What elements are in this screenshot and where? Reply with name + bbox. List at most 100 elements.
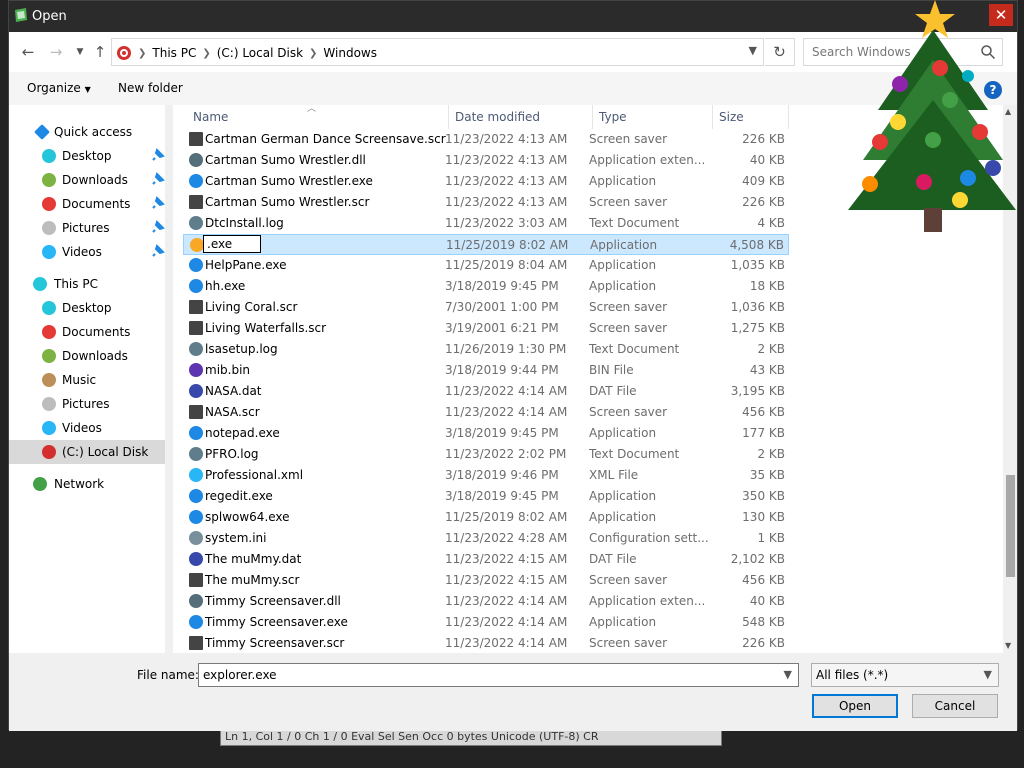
computer-icon (33, 277, 47, 291)
file-row[interactable]: Cartman Sumo Wrestler.scr 11/23/2022 4:1… (183, 192, 789, 213)
rename-input[interactable]: .exe (203, 235, 261, 253)
file-date: 11/23/2022 4:28 AM (445, 531, 568, 545)
file-row[interactable]: hh.exe 3/18/2019 9:45 PM Application 18 … (183, 276, 789, 297)
arrow-left-icon: ← (21, 43, 35, 61)
breadcrumb-windows[interactable]: Windows (323, 46, 377, 60)
chevron-down-icon[interactable]: ▼ (984, 664, 992, 686)
nav-this-pc[interactable]: This PC (9, 272, 165, 296)
new-folder-button[interactable]: New folder (118, 81, 183, 95)
file-row[interactable]: Cartman German Dance Screensave.scr 11/2… (183, 129, 789, 150)
nav-quick-4[interactable]: Videos (9, 240, 165, 264)
file-name-label: File name: (137, 668, 199, 682)
file-row[interactable]: HelpPane.exe 11/25/2019 8:04 AM Applicat… (183, 255, 789, 276)
file-type: Application (589, 258, 657, 272)
file-row[interactable]: NASA.scr 11/23/2022 4:14 AM Screen saver… (183, 402, 789, 423)
pin-icon[interactable] (151, 172, 165, 186)
column-header-size[interactable]: Size (713, 105, 789, 129)
breadcrumb-this-pc[interactable]: This PC (152, 46, 196, 60)
organize-label: Organize (27, 81, 81, 95)
nav-pc-1[interactable]: Documents (9, 320, 165, 344)
file-icon (189, 426, 203, 440)
column-header-name[interactable]: Name ︿ (187, 104, 449, 129)
file-size: 177 KB (742, 426, 785, 440)
pin-icon[interactable] (151, 244, 165, 258)
nav-label: Documents (62, 325, 131, 339)
desktop-icon (42, 301, 56, 315)
nav-quick-0[interactable]: Desktop (9, 144, 165, 168)
nav-pc-3[interactable]: Music (9, 368, 165, 392)
file-icon (189, 615, 203, 629)
scroll-thumb[interactable] (1006, 475, 1015, 577)
scroll-down-icon[interactable]: ▼ (1005, 641, 1011, 650)
file-name: Living Waterfalls.scr (205, 321, 327, 335)
file-type-filter[interactable]: All files (*.*) ▼ (811, 663, 999, 687)
nav-pc-2[interactable]: Downloads (9, 344, 165, 368)
recent-locations-button[interactable]: ▼ (71, 43, 89, 61)
nav-quick-3[interactable]: Pictures (9, 216, 165, 240)
file-icon (189, 510, 203, 524)
file-icon (189, 342, 203, 356)
file-name: NASA.scr (205, 405, 260, 419)
file-type: Application (589, 426, 657, 440)
file-icon (189, 363, 203, 377)
refresh-icon: ↻ (773, 43, 786, 61)
nav-pc-0[interactable]: Desktop (9, 296, 165, 320)
file-row[interactable]: splwow64.exe 11/25/2019 8:02 AM Applicat… (183, 507, 789, 528)
file-icon (189, 153, 203, 167)
file-row[interactable]: mib.bin 3/18/2019 9:44 PM BIN File 43 KB (183, 360, 789, 381)
nav-pc-5[interactable]: Videos (9, 416, 165, 440)
nav-pc-4[interactable]: Pictures (9, 392, 165, 416)
file-row[interactable]: Professional.xml 3/18/2019 9:46 PM XML F… (183, 465, 789, 486)
nav-pc-6[interactable]: (C:) Local Disk (9, 440, 165, 464)
file-row[interactable]: system.ini 11/23/2022 4:28 AM Configurat… (183, 528, 789, 549)
file-row[interactable]: Timmy Screensaver.exe 11/23/2022 4:14 AM… (183, 612, 789, 633)
pin-icon[interactable] (151, 148, 165, 162)
file-row[interactable]: PFRO.log 11/23/2022 2:02 PM Text Documen… (183, 444, 789, 465)
file-name: Timmy Screensaver.exe (205, 615, 348, 629)
file-name: regedit.exe (205, 489, 273, 503)
back-button[interactable]: ← (19, 43, 37, 61)
pin-icon[interactable] (151, 220, 165, 234)
videos-icon (42, 245, 56, 259)
file-date: 11/23/2022 4:13 AM (445, 153, 568, 167)
breadcrumb-local-disk[interactable]: (C:) Local Disk (217, 46, 303, 60)
open-button[interactable]: Open (812, 694, 898, 718)
file-row[interactable]: notepad.exe 3/18/2019 9:45 PM Applicatio… (183, 423, 789, 444)
up-button[interactable]: ↑ (91, 43, 109, 61)
file-row[interactable]: Cartman Sumo Wrestler.dll 11/23/2022 4:1… (183, 150, 789, 171)
forward-button[interactable]: → (47, 43, 65, 61)
file-row[interactable]: The muMmy.scr 11/23/2022 4:15 AM Screen … (183, 570, 789, 591)
cancel-button[interactable]: Cancel (912, 694, 998, 718)
nav-quick-1[interactable]: Downloads (9, 168, 165, 192)
file-row[interactable]: Living Waterfalls.scr 3/19/2001 6:21 PM … (183, 318, 789, 339)
file-row[interactable]: regedit.exe 3/18/2019 9:45 PM Applicatio… (183, 486, 789, 507)
file-icon (189, 489, 203, 503)
file-row[interactable]: NASA.dat 11/23/2022 4:14 AM DAT File 3,1… (183, 381, 789, 402)
nav-quick-2[interactable]: Documents (9, 192, 165, 216)
column-header-type[interactable]: Type (593, 105, 713, 129)
address-dropdown-icon[interactable]: ▼ (749, 44, 757, 57)
nav-label: Quick access (54, 125, 133, 139)
file-type: Screen saver (589, 132, 668, 146)
file-row[interactable]: Timmy Screensaver.dll 11/23/2022 4:14 AM… (183, 591, 789, 612)
file-name-input[interactable]: explorer.exe ▼ (198, 663, 799, 687)
file-date: 11/25/2019 8:04 AM (445, 258, 568, 272)
chevron-down-icon[interactable]: ▼ (784, 664, 792, 686)
file-row[interactable]: DtcInstall.log 11/23/2022 3:03 AM Text D… (183, 213, 789, 234)
nav-quick-access[interactable]: Quick access (9, 120, 165, 144)
file-row[interactable]: Timmy Screensaver.scr 11/23/2022 4:14 AM… (183, 633, 789, 654)
app-icon (15, 8, 27, 22)
file-row[interactable]: .exe 11/25/2019 8:02 AM Application 4,50… (183, 234, 789, 255)
address-bar[interactable]: ❯ This PC ❯ (C:) Local Disk ❯ Windows ▼ (111, 38, 764, 66)
refresh-button[interactable]: ↻ (765, 38, 795, 66)
file-row[interactable]: Living Coral.scr 7/30/2001 1:00 PM Scree… (183, 297, 789, 318)
pin-icon[interactable] (151, 196, 165, 210)
file-row[interactable]: Cartman Sumo Wrestler.exe 11/23/2022 4:1… (183, 171, 789, 192)
file-row[interactable]: lsasetup.log 11/26/2019 1:30 PM Text Doc… (183, 339, 789, 360)
file-name: DtcInstall.log (205, 216, 284, 230)
column-header-date[interactable]: Date modified (449, 105, 593, 129)
file-row[interactable]: The muMmy.dat 11/23/2022 4:15 AM DAT Fil… (183, 549, 789, 570)
organize-button[interactable]: Organize ▼ (27, 81, 91, 95)
nav-network[interactable]: Network (9, 472, 165, 496)
file-icon (189, 384, 203, 398)
